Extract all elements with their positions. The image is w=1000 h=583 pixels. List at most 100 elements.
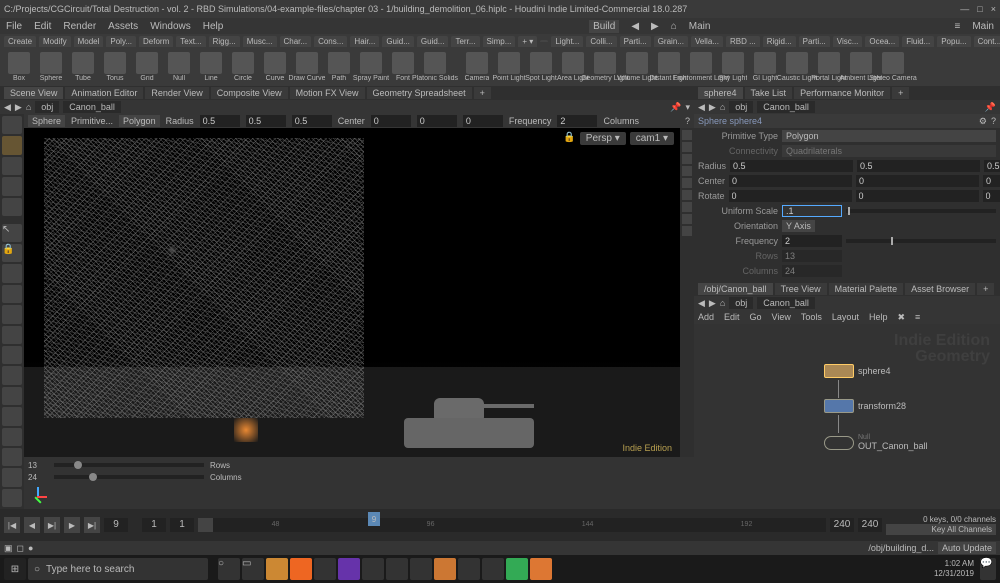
net-menu-tools[interactable]: Tools [801,312,822,322]
tool-rotate[interactable] [2,177,22,195]
net-icon[interactable]: ≡ [915,312,920,322]
vp-tool[interactable] [682,178,692,188]
shelf-tab[interactable]: Rigid... [763,36,796,47]
status-icon[interactable]: ▣ [4,543,13,554]
radius-y[interactable] [857,160,980,172]
play-button[interactable]: ▶ [64,517,80,533]
tab-spreadsheet[interactable]: Geometry Spreadsheet [367,87,472,99]
net-menu-add[interactable]: Add [698,312,714,322]
status-icon[interactable]: ● [28,543,33,553]
net-icon[interactable]: ✖ [897,312,905,323]
tab-scene-view[interactable]: Scene View [4,87,63,99]
rotate-z[interactable] [983,190,1000,202]
menu-render[interactable]: Render [63,21,96,32]
shelf-tab[interactable]: Deform [139,36,173,47]
start-button[interactable]: ⊞ [4,558,26,580]
explorer-icon[interactable] [266,558,288,580]
tool-opt1[interactable] [2,428,22,446]
shelf-tab[interactable]: Musc... [243,36,277,47]
shelf-tab[interactable]: Grain... [654,36,688,47]
center-x[interactable] [729,175,852,187]
tool-spiral[interactable] [2,407,22,425]
fwd-icon[interactable]: ▶ [709,102,716,113]
nav-fwd-icon[interactable]: ▶ [651,21,659,32]
cols-slider[interactable] [54,475,204,479]
shelf-tool-platonic-solids[interactable]: Platonic Solids [420,52,450,82]
cortana-icon[interactable]: ○ [218,558,240,580]
orient-select[interactable]: Y Axis [782,220,815,232]
shelf-tab[interactable]: Modify [39,36,71,47]
end-frame2[interactable]: 240 [858,518,882,532]
minimize-button[interactable]: — [960,4,969,14]
shelf-tool-sphere[interactable]: Sphere [36,52,66,82]
tool-brush[interactable] [2,346,22,364]
tab-perfmon[interactable]: Performance Monitor [794,87,890,99]
chrome-icon[interactable] [314,558,336,580]
viewport[interactable]: 🔒 Persp ▾ cam1 ▾ Indie Edition [24,128,680,457]
maximize-button[interactable]: □ [977,4,982,14]
prim-select[interactable]: Sphere [28,115,65,127]
system-clock[interactable]: 1:02 AM 12/31/2019 [934,559,978,579]
shelf-tool-gi-light[interactable]: GI Light [750,52,780,82]
shelf-tool-camera[interactable]: Camera [462,52,492,82]
app-icon[interactable] [410,558,432,580]
net-tab[interactable]: Tree View [775,283,827,295]
tool-move[interactable] [2,157,22,175]
menu-help[interactable]: Help [203,21,224,32]
shelf-tab[interactable]: Char... [280,36,312,47]
tab-render-view[interactable]: Render View [145,87,208,99]
prev-frame-button[interactable]: ◀ [24,517,40,533]
first-frame-button[interactable]: |◀ [4,517,20,533]
shelf-tab[interactable]: Text... [176,36,205,47]
net-menu-go[interactable]: Go [750,312,762,322]
shelf-tab[interactable]: Ocea... [865,36,899,47]
help-icon[interactable]: ? [991,116,996,126]
lock-icon[interactable]: 🔒 [563,132,575,145]
net-crumb-obj[interactable]: obj [729,297,753,309]
radius-x[interactable] [730,160,853,172]
shelf-tab[interactable]: Visc... [833,36,863,47]
app-icon[interactable] [434,558,456,580]
tool-lock[interactable]: 🔒 [2,244,22,262]
radius-z[interactable] [292,115,332,127]
shelf-tab[interactable]: Hair... [350,36,379,47]
tool-cut[interactable] [2,366,22,384]
tab-add[interactable]: + [892,87,909,99]
network-view[interactable]: Indie Edition Geometry sphere4 transform… [694,324,1000,509]
pin-icon[interactable]: 📌 [985,102,996,113]
shelf-tab[interactable]: Light... [551,36,583,47]
shelf-tab[interactable]: Popu... [937,36,970,47]
shelf-tool-tube[interactable]: Tube [68,52,98,82]
desktop-build[interactable]: Build [589,20,619,33]
center-y[interactable] [856,175,979,187]
search-box[interactable]: ○ Type here to search [28,558,208,580]
shelf-tool-draw-curve[interactable]: Draw Curve [292,52,322,82]
shelf-tool-stereo-camera[interactable]: Stereo Camera [878,52,908,82]
home-icon[interactable]: ⌂ [26,102,31,112]
app-icon[interactable] [458,558,480,580]
houdini-icon[interactable] [290,558,312,580]
shelf-tab[interactable]: Rigg... [209,36,240,47]
rotate-x[interactable] [729,190,852,202]
shelf-tab[interactable]: Colli... [586,36,616,47]
shelf-tool-line[interactable]: Line [196,52,226,82]
center-x[interactable] [371,115,411,127]
node-transform28[interactable]: transform28 [824,399,906,413]
vp-tool[interactable] [682,166,692,176]
close-button[interactable]: × [991,4,996,14]
shelf-tool-curve[interactable]: Curve [260,52,290,82]
vp-tool[interactable] [682,154,692,164]
tab-composite[interactable]: Composite View [211,87,288,99]
shelf-tool-volume-light[interactable]: Volume Light [622,52,652,82]
tool-opt4[interactable] [2,489,22,507]
net-menu-view[interactable]: View [772,312,791,322]
shelf-tool-circle[interactable]: Circle [228,52,258,82]
vp-tool[interactable] [682,226,692,236]
menu-edit[interactable]: Edit [34,21,51,32]
shelf-tab[interactable]: Poly... [106,36,136,47]
main-path[interactable]: Main [689,21,711,32]
shelf-tab[interactable]: RBD ... [726,36,760,47]
radius-x[interactable] [200,115,240,127]
shelf-tab[interactable]: Terr... [451,36,479,47]
status-icon[interactable]: ◻ [17,543,24,554]
